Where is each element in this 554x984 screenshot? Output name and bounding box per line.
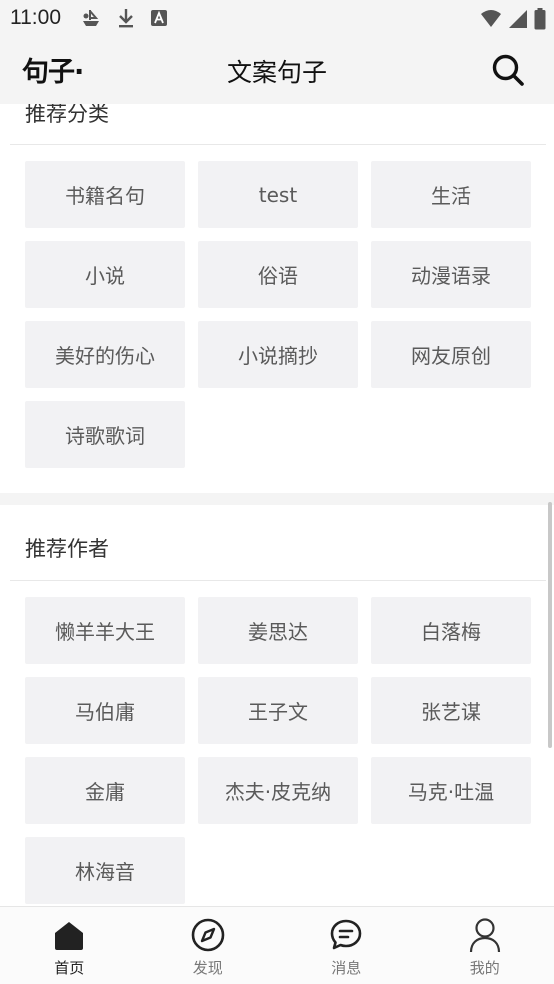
category-section: 推荐分类 书籍名句 test 生活 小说 俗语 动漫语录 美好的伤心 小说摘抄 … <box>0 104 554 494</box>
author-tag[interactable]: 白落梅 <box>371 597 531 664</box>
nav-profile[interactable]: 我的 <box>416 907 554 984</box>
author-tag[interactable]: 姜思达 <box>198 597 358 664</box>
divider <box>10 144 546 145</box>
wifi-icon <box>480 9 502 33</box>
category-grid: 书籍名句 test 生活 小说 俗语 动漫语录 美好的伤心 小说摘抄 网友原创 … <box>25 161 531 468</box>
category-tag[interactable]: 小说摘抄 <box>198 321 358 388</box>
compass-icon <box>190 917 226 953</box>
author-grid: 懒羊羊大王 姜思达 白落梅 马伯庸 王子文 张艺谋 金庸 杰夫·皮克纳 马克·吐… <box>25 597 531 904</box>
battery-icon <box>534 8 546 34</box>
signal-icon <box>508 9 528 33</box>
category-tag[interactable]: 网友原创 <box>371 321 531 388</box>
author-section-title: 推荐作者 <box>25 537 109 561</box>
nav-home[interactable]: 首页 <box>0 907 139 984</box>
app-bar: 句子· 文案句子 <box>0 36 554 104</box>
page-title: 文案句子 <box>226 58 327 87</box>
category-tag[interactable]: 书籍名句 <box>25 161 185 228</box>
category-tag[interactable]: 小说 <box>25 241 185 308</box>
ship-icon <box>80 7 102 33</box>
category-tag[interactable]: 生活 <box>371 161 531 228</box>
category-tag[interactable]: 动漫语录 <box>371 241 531 308</box>
home-icon <box>51 917 87 953</box>
nav-label: 消息 <box>331 959 362 977</box>
category-tag[interactable]: test <box>198 161 358 228</box>
author-tag[interactable]: 马克·吐温 <box>371 757 531 824</box>
nav-label: 我的 <box>469 959 500 977</box>
divider <box>10 580 546 581</box>
category-section-title: 推荐分类 <box>25 104 109 126</box>
status-time: 11:00 <box>10 6 61 29</box>
a-box-icon <box>150 9 168 31</box>
category-tag[interactable]: 俗语 <box>198 241 358 308</box>
author-tag[interactable]: 金庸 <box>25 757 185 824</box>
status-bar: 11:00 <box>0 0 554 36</box>
category-tag[interactable]: 美好的伤心 <box>25 321 185 388</box>
download-icon <box>116 7 136 33</box>
search-icon <box>492 54 524 86</box>
user-icon <box>467 917 503 953</box>
category-tag[interactable]: 诗歌歌词 <box>25 401 185 468</box>
author-tag[interactable]: 王子文 <box>198 677 358 744</box>
author-tag[interactable]: 林海音 <box>25 837 185 904</box>
nav-discover[interactable]: 发现 <box>139 907 278 984</box>
content-scroll[interactable]: 推荐分类 书籍名句 test 生活 小说 俗语 动漫语录 美好的伤心 小说摘抄 … <box>0 104 554 906</box>
nav-label: 发现 <box>192 959 223 977</box>
bottom-nav: 首页 发现 消息 我的 <box>0 906 554 984</box>
author-tag[interactable]: 懒羊羊大王 <box>25 597 185 664</box>
message-icon <box>328 917 364 953</box>
section-gap <box>0 493 554 505</box>
author-tag[interactable]: 杰夫·皮克纳 <box>198 757 358 824</box>
nav-label: 首页 <box>54 959 85 977</box>
author-tag[interactable]: 马伯庸 <box>25 677 185 744</box>
scrollbar[interactable] <box>548 502 552 748</box>
author-section: 推荐作者 懒羊羊大王 姜思达 白落梅 马伯庸 王子文 张艺谋 金庸 杰夫·皮克纳… <box>0 505 554 906</box>
nav-messages[interactable]: 消息 <box>277 907 416 984</box>
search-button[interactable] <box>490 52 526 88</box>
author-tag[interactable]: 张艺谋 <box>371 677 531 744</box>
